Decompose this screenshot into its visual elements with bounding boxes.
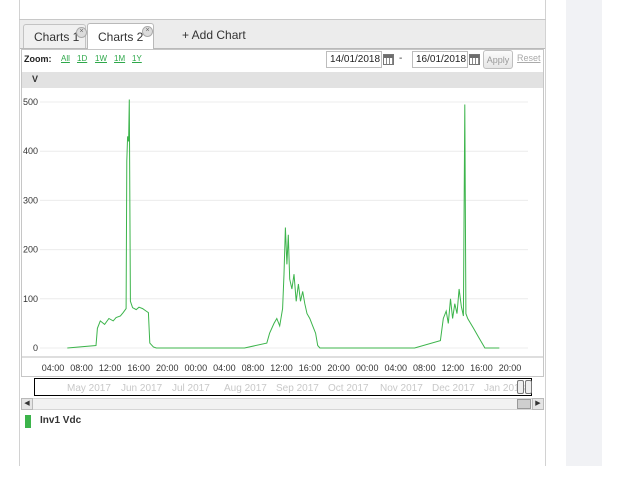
x-tick-label: 08:00 (70, 363, 93, 373)
navigator-label: Sep 2017 (276, 383, 319, 394)
navigator-label: Jul 2017 (172, 383, 210, 394)
navigator-label: Aug 2017 (224, 383, 267, 394)
navigator-label: Dec 2017 (432, 383, 475, 394)
y-tick-label: 0 (33, 343, 38, 353)
y-tick-label: 200 (23, 245, 38, 255)
x-tick-label: 00:00 (356, 363, 379, 373)
navigator-handle-left[interactable] (517, 380, 524, 394)
x-tick-label: 00:00 (185, 363, 208, 373)
chevron-left-icon[interactable]: ◀ (21, 398, 33, 410)
series-line (67, 99, 500, 349)
x-tick-label: 04:00 (213, 363, 236, 373)
x-tick-label: 20:00 (156, 363, 179, 373)
x-tick-label: 20:00 (327, 363, 350, 373)
navigator-label: May 2017 (67, 383, 111, 394)
chevron-right-icon[interactable]: ▶ (532, 398, 544, 410)
y-tick-label: 500 (23, 97, 38, 107)
navigator-label: Jun 2017 (121, 383, 163, 394)
x-tick-label: 16:00 (127, 363, 150, 373)
y-tick-label: 400 (23, 146, 38, 156)
x-tick-label: 12:00 (270, 363, 293, 373)
x-tick-label: 16:00 (299, 363, 322, 373)
y-tick-label: 300 (23, 195, 38, 205)
navigator-label: Oct 2017 (328, 383, 369, 394)
legend-swatch (25, 415, 31, 428)
x-tick-label: 12:00 (442, 363, 465, 373)
x-tick-label: 04:00 (384, 363, 407, 373)
y-tick-label: 100 (23, 294, 38, 304)
x-tick-label: 12:00 (99, 363, 122, 373)
horizontal-scrollbar[interactable] (21, 398, 544, 410)
scrollbar-thumb[interactable] (517, 399, 531, 409)
x-tick-label: 16:00 (470, 363, 493, 373)
navigator-label: Nov 2017 (380, 383, 423, 394)
navigator-handle-right[interactable] (525, 380, 532, 394)
x-tick-label: 04:00 (42, 363, 65, 373)
x-tick-label: 08:00 (242, 363, 265, 373)
legend-label[interactable]: Inv1 Vdc (40, 415, 81, 426)
x-tick-label: 20:00 (499, 363, 522, 373)
x-tick-label: 08:00 (413, 363, 436, 373)
